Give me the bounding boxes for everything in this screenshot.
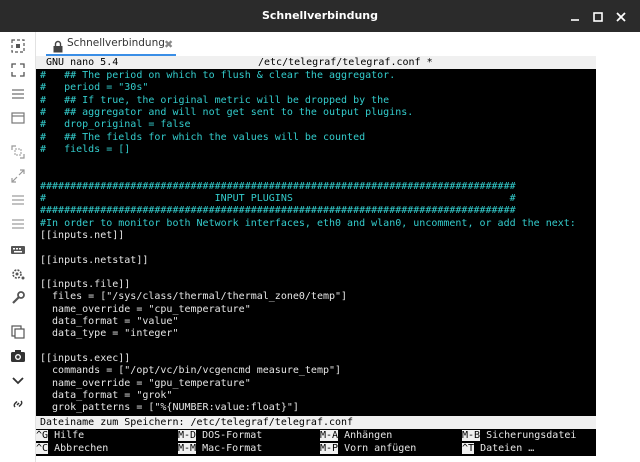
keyboard-icon[interactable] xyxy=(10,242,26,258)
resize-icon[interactable] xyxy=(10,144,26,160)
shortcut-label: Anhängen xyxy=(338,430,393,441)
editor-line: commands = ["/opt/vc/bin/vcgencmd measur… xyxy=(40,365,342,377)
save-prompt-text: Dateiname zum Speichern: /etc/telegraf/t… xyxy=(40,417,354,428)
shortcut-item: M-D DOS-Format xyxy=(178,430,262,442)
lock-icon xyxy=(52,38,64,53)
window-title: Schnellverbindung xyxy=(261,9,379,22)
shortcut-key: M-B xyxy=(462,430,481,441)
wrench-icon[interactable] xyxy=(10,290,26,306)
save-prompt[interactable]: Dateiname zum Speichern: /etc/telegraf/t… xyxy=(36,416,596,429)
shortcut-label: Hilfe xyxy=(48,430,85,441)
editor-line: grok_patterns = ["%{NUMBER:value:float}"… xyxy=(40,402,299,414)
copy-icon[interactable] xyxy=(10,324,26,340)
shortcut-item: ^C Abbrechen xyxy=(36,442,109,455)
shortcut-key: ^G xyxy=(36,430,49,441)
shortcut-key: M-D xyxy=(178,430,197,441)
close-icon xyxy=(616,12,626,22)
nano-filename: /etc/telegraf/telegraf.conf * xyxy=(258,57,433,68)
menu-icon[interactable] xyxy=(10,86,26,102)
window-titlebar: Schnellverbindung xyxy=(0,0,640,32)
editor-line: # ## The period on which to flush & clea… xyxy=(40,70,396,81)
list-icon[interactable] xyxy=(10,192,26,208)
shortcut-item: M-M Mac-Format xyxy=(178,442,263,455)
shortcut-label: DOS-Format xyxy=(196,430,263,441)
shortcut-label: Vorn anfügen xyxy=(338,442,417,454)
editor-line: # INPUT PLUGINS # xyxy=(40,193,516,204)
editor-line: [[inputs.net]] xyxy=(40,229,125,241)
editor-line: # ## The fields for which the values wil… xyxy=(40,131,366,143)
editor-line: # ## aggregator and will not get sent to… xyxy=(40,106,414,118)
tab-schnellverbindung[interactable]: Schnellverbindung ✖ xyxy=(46,34,176,56)
shortcut-item: ^T Dateien … xyxy=(462,442,535,455)
editor-line: ########################################… xyxy=(40,205,516,217)
minimize-icon xyxy=(571,19,579,21)
editor-line: # ## If true, the original metric will b… xyxy=(40,94,390,106)
tab-close-button[interactable]: ✖ xyxy=(164,38,173,51)
editor-line: # drop_original = false xyxy=(40,119,191,131)
link-icon[interactable] xyxy=(10,396,26,412)
camera-icon[interactable] xyxy=(10,348,26,364)
tab-label: Schnellverbindung xyxy=(67,37,165,49)
window-icon[interactable] xyxy=(10,110,26,126)
editor-line: data_type = "integer" xyxy=(40,328,179,340)
shortcut-item: ^G Hilfe xyxy=(36,430,84,442)
editor-line: # fields = [] xyxy=(40,143,131,155)
shortcut-item: M-P Vorn anfügen xyxy=(320,442,417,455)
editor-line: # period = "30s" xyxy=(40,82,149,94)
nano-header: GNU nano 5.4 /etc/telegraf/telegraf.conf… xyxy=(36,56,596,69)
chevron-down-icon[interactable] xyxy=(10,372,26,388)
expand-icon[interactable] xyxy=(10,168,26,184)
editor-line: #In order to monitor both Network interf… xyxy=(40,217,576,229)
sidebar xyxy=(0,32,36,462)
list-icon[interactable] xyxy=(10,216,26,232)
editor-line: ########################################… xyxy=(40,180,516,192)
editor-line: [[inputs.file]] xyxy=(40,279,131,291)
shortcut-key: ^T xyxy=(462,442,475,454)
shortcut-key: M-M xyxy=(178,442,197,454)
shortcut-label: Sicherungsdatei xyxy=(480,430,577,441)
editor-line: data_format = "grok" xyxy=(40,389,173,401)
settings-icon[interactable] xyxy=(10,266,26,282)
editor-line: name_override = "gpu_temperature" xyxy=(40,377,251,389)
editor-line: [[inputs.exec]] xyxy=(40,352,131,364)
shortcut-key: ^C xyxy=(36,442,49,454)
nano-version: GNU nano 5.4 xyxy=(46,57,119,68)
maximize-button[interactable] xyxy=(591,9,605,23)
maximize-icon xyxy=(593,12,603,22)
editor-line: data_format = "value" xyxy=(40,316,179,327)
terminal[interactable]: GNU nano 5.4 /etc/telegraf/telegraf.conf… xyxy=(36,56,596,456)
tab-strip: Schnellverbindung ✖ xyxy=(36,32,640,56)
fullscreen-icon[interactable] xyxy=(10,62,26,78)
shortcut-label: Abbrechen xyxy=(48,442,109,454)
shortcut-key: M-P xyxy=(320,442,339,454)
editor-line: [[inputs.netstat]] xyxy=(40,254,149,266)
shortcut-key: M-A xyxy=(320,430,339,441)
terminal-gutter xyxy=(596,56,640,456)
shortcut-item: M-B Sicherungsdatei xyxy=(462,430,576,442)
editor-line: name_override = "cpu_temperature" xyxy=(40,303,251,315)
shortcut-item: M-A Anhängen xyxy=(320,430,392,442)
shortcut-label: Dateien … xyxy=(474,442,535,454)
shortcut-label: Mac-Format xyxy=(196,442,263,454)
close-window-button[interactable] xyxy=(614,9,628,23)
editor-line: files = ["/sys/class/thermal/thermal_zon… xyxy=(40,291,348,303)
select-icon[interactable] xyxy=(10,38,26,54)
minimize-button[interactable] xyxy=(568,9,582,23)
